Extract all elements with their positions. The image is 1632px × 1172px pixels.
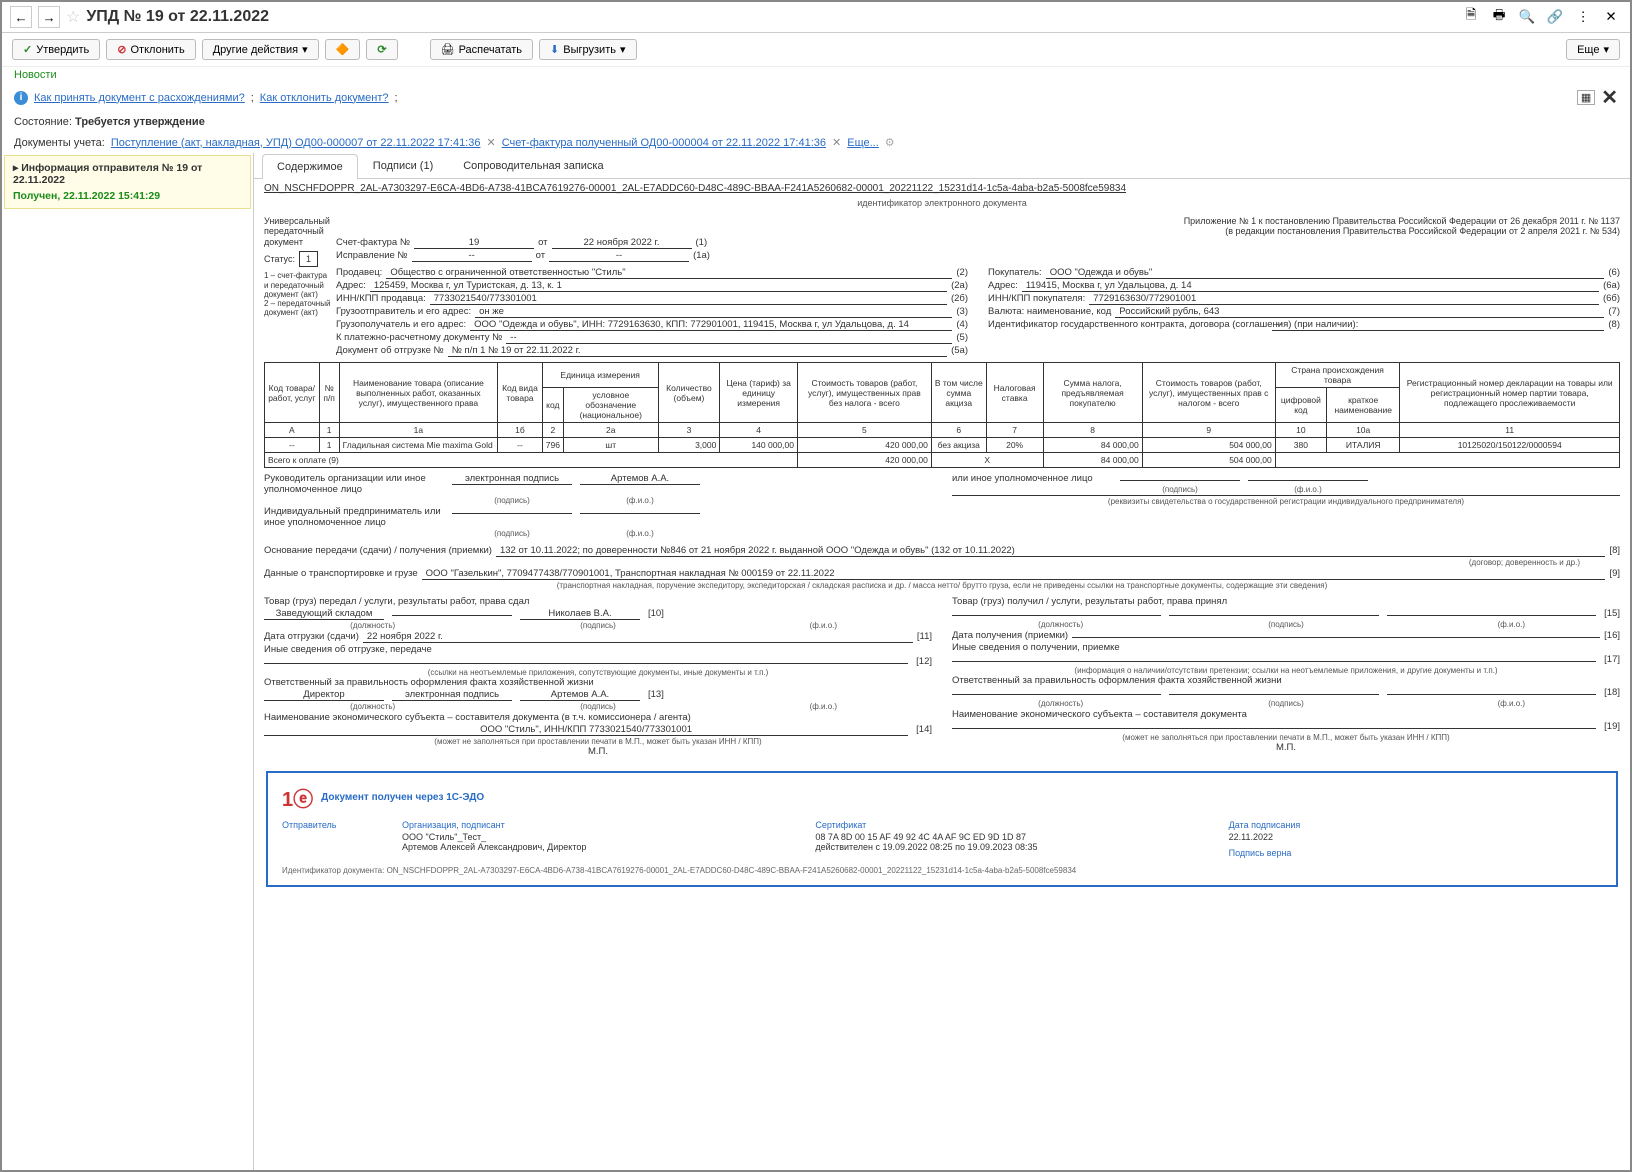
- doc-link-1[interactable]: Поступление (акт, накладная, УПД) ОД00-0…: [111, 137, 481, 149]
- sender-info[interactable]: ▸ Информация отправителя № 19 от 22.11.2…: [4, 155, 251, 209]
- reject-button[interactable]: Отклонить: [106, 39, 195, 60]
- menu-icon[interactable]: ⋮: [1572, 6, 1594, 28]
- window-title: УПД № 19 от 22.11.2022: [86, 8, 1454, 26]
- link-icon[interactable]: 🔗: [1544, 6, 1566, 28]
- help-link-1[interactable]: Как принять документ с расхождениями?: [34, 92, 245, 104]
- upd-type-box: Универсальный передаточный документ: [264, 216, 332, 247]
- tabs: Содержимое Подписи (1) Сопроводительная …: [254, 153, 1630, 179]
- help-close[interactable]: ✕: [1601, 85, 1618, 110]
- sidebar: ▸ Информация отправителя № 19 от 22.11.2…: [2, 153, 254, 1170]
- items-table: Код товара/ работ, услуг№ п/п Наименован…: [264, 362, 1620, 468]
- 1c-logo-icon: 1ⓔ: [282, 783, 313, 812]
- export-button[interactable]: Выгрузить ▾: [539, 39, 636, 60]
- more-button[interactable]: Еще ▾: [1566, 39, 1620, 60]
- doc-link-2[interactable]: Счет-фактура полученный ОД00-000004 от 2…: [502, 137, 826, 149]
- tab-cover-note[interactable]: Сопроводительная записка: [448, 153, 618, 178]
- doc-close-2[interactable]: ✕: [832, 136, 841, 149]
- document-id: ON_NSCHFDOPPR_2AL-A7303297-E6CA-4BD6-A73…: [254, 179, 1630, 198]
- content: Содержимое Подписи (1) Сопроводительная …: [254, 153, 1630, 1170]
- approve-button[interactable]: Утвердить: [12, 39, 100, 60]
- other-actions-button[interactable]: Другие действия ▾: [202, 39, 319, 60]
- state-line: Состояние: Требуется утверждение: [2, 112, 1630, 132]
- doc-close-1[interactable]: ✕: [486, 136, 495, 149]
- nav-back[interactable]: ←: [10, 6, 32, 28]
- gear-icon[interactable]: ⚙: [885, 136, 895, 149]
- info-icon: i: [14, 91, 28, 105]
- refresh-button[interactable]: ⟳: [366, 39, 397, 60]
- tab-signatures[interactable]: Подписи (1): [358, 153, 448, 178]
- panel-toggle-icon[interactable]: ▦: [1577, 90, 1595, 105]
- zoom-icon[interactable]: 🔍: [1516, 6, 1538, 28]
- favorite-icon[interactable]: ☆: [66, 7, 80, 27]
- hierarchy-button[interactable]: 🔶: [325, 39, 361, 60]
- status-value: 1: [299, 251, 318, 267]
- save-icon[interactable]: 🗎: [1460, 6, 1482, 28]
- titlebar: ← → ☆ УПД № 19 от 22.11.2022 🗎 🖶 🔍 🔗 ⋮ ✕: [2, 2, 1630, 33]
- table-row: --1Гладильная система Mie maxima Gold --…: [265, 438, 1620, 453]
- news-link[interactable]: Новости: [14, 69, 57, 81]
- docs-line: Документы учета: Поступление (акт, накла…: [2, 132, 1630, 153]
- help-link-2[interactable]: Как отклонить документ?: [260, 92, 389, 104]
- edo-box: 1ⓔДокумент получен через 1С-ЭДО Отправит…: [266, 771, 1618, 887]
- print-button[interactable]: Распечатать: [430, 39, 533, 60]
- close-icon[interactable]: ✕: [1600, 6, 1622, 28]
- nav-forward[interactable]: →: [38, 6, 60, 28]
- toolbar: Утвердить Отклонить Другие действия ▾ 🔶 …: [2, 33, 1630, 67]
- docs-more[interactable]: Еще...: [847, 137, 879, 149]
- print-icon[interactable]: 🖶: [1488, 6, 1510, 28]
- tab-content[interactable]: Содержимое: [262, 154, 358, 179]
